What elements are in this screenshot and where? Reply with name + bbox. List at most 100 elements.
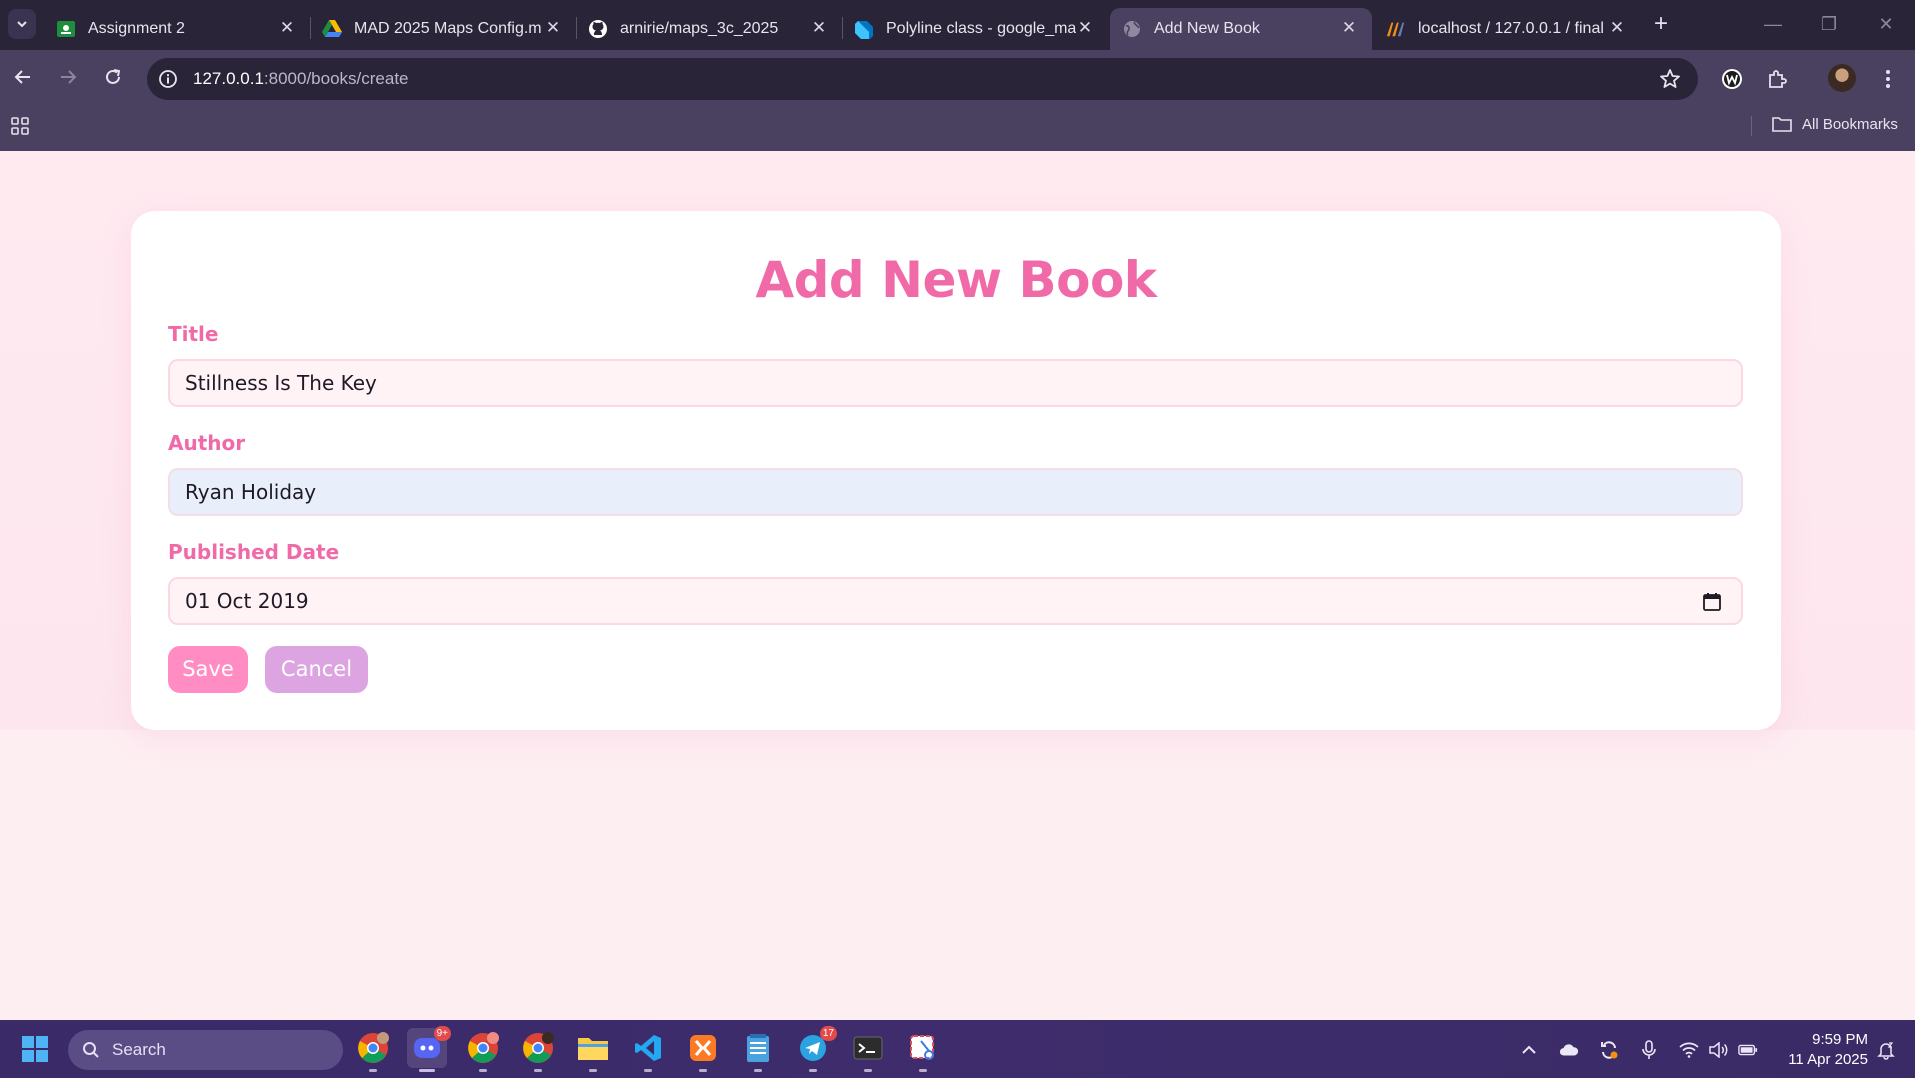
taskbar-vscode[interactable] <box>628 1028 668 1072</box>
tab-search-button[interactable] <box>8 9 36 39</box>
close-icon[interactable]: ✕ <box>1608 19 1626 37</box>
taskbar-notepad[interactable] <box>738 1028 778 1072</box>
taskbar-search[interactable]: Search <box>68 1030 343 1070</box>
dart-icon <box>854 19 874 39</box>
taskbar-chrome-profile-3[interactable] <box>518 1028 558 1072</box>
save-button[interactable]: Save <box>168 646 248 693</box>
google-drive-icon <box>322 19 342 39</box>
chevron-down-icon <box>17 21 27 28</box>
battery-icon[interactable] <box>1738 1040 1758 1060</box>
calendar-icon[interactable] <box>1701 591 1723 613</box>
add-book-form-card: Add New Book Title Stillness Is The Key … <box>131 211 1781 730</box>
minimize-button[interactable]: — <box>1753 8 1793 40</box>
url-text[interactable]: 127.0.0.1:8000/books/create <box>193 69 409 89</box>
tab-title: Add New Book <box>1154 20 1260 37</box>
tab-phpmyadmin[interactable]: localhost / 127.0.0.1 / final ✕ <box>1374 8 1640 50</box>
taskbar-discord[interactable]: 9+ <box>407 1026 451 1072</box>
vscode-icon <box>635 1035 661 1061</box>
tab-title: MAD 2025 Maps Config.m <box>354 20 542 37</box>
close-window-button[interactable]: ✕ <box>1866 8 1906 40</box>
arrow-left-icon <box>14 70 30 84</box>
wifi-icon[interactable] <box>1679 1040 1699 1060</box>
tab-github[interactable]: arnirie/maps_3c_2025 ✕ <box>576 8 842 50</box>
tab-polyline[interactable]: Polyline class - google_ma ✕ <box>842 8 1108 50</box>
snipping-tool-icon <box>910 1035 934 1060</box>
back-button[interactable] <box>8 64 38 94</box>
phpmyadmin-icon <box>1386 19 1406 39</box>
title-input[interactable]: Stillness Is The Key <box>168 359 1743 407</box>
notepad-icon <box>747 1034 769 1062</box>
tab-title: Polyline class - google_ma <box>886 20 1076 37</box>
close-icon[interactable]: ✕ <box>544 19 562 37</box>
published-date-label: Published Date <box>168 540 340 564</box>
cancel-button[interactable]: Cancel <box>265 646 368 693</box>
close-icon[interactable]: ✕ <box>1340 19 1358 37</box>
terminal-icon <box>853 1036 883 1060</box>
close-icon[interactable]: ✕ <box>1076 19 1094 37</box>
star-icon[interactable] <box>1658 67 1682 91</box>
running-indicator <box>369 1069 377 1072</box>
restore-button[interactable]: ❐ <box>1809 8 1849 40</box>
close-icon[interactable]: ✕ <box>278 19 296 37</box>
windows-taskbar: Search 9+ 17 9:59 PM 11 Apr 2025 <box>0 1020 1915 1078</box>
taskbar-xampp[interactable] <box>683 1028 723 1072</box>
microphone-icon[interactable] <box>1639 1040 1659 1060</box>
chrome-icon <box>468 1032 499 1063</box>
telegram-badge: 17 <box>819 1026 837 1041</box>
taskbar-telegram[interactable]: 17 <box>793 1026 837 1072</box>
tab-drive[interactable]: MAD 2025 Maps Config.m ✕ <box>310 8 576 50</box>
apps-grid-icon[interactable] <box>10 116 30 136</box>
bookmarks-bar <box>0 108 1915 151</box>
author-label: Author <box>168 431 246 455</box>
all-bookmarks-button[interactable]: All Bookmarks <box>1772 115 1898 133</box>
chrome-icon <box>358 1032 389 1063</box>
clock-time: 9:59 PM <box>1812 1031 1868 1048</box>
browser-toolbar: 127.0.0.1:8000/books/create <box>0 50 1915 108</box>
system-clock[interactable]: 9:59 PM 11 Apr 2025 <box>1770 1030 1868 1070</box>
running-indicator <box>479 1069 487 1072</box>
chevron-up-icon[interactable] <box>1519 1040 1539 1060</box>
address-bar[interactable]: 127.0.0.1:8000/books/create <box>147 58 1698 100</box>
windows-start-icon[interactable] <box>22 1036 48 1062</box>
url-host: 127.0.0.1 <box>193 69 264 88</box>
running-indicator <box>809 1069 817 1072</box>
tab-assignment[interactable]: Assignment 2 ✕ <box>44 8 310 50</box>
kebab-menu-icon[interactable] <box>1874 65 1902 93</box>
tab-title: arnirie/maps_3c_2025 <box>620 20 779 37</box>
taskbar-snipping-tool[interactable] <box>903 1028 943 1072</box>
close-icon[interactable]: ✕ <box>810 19 828 37</box>
title-label: Title <box>168 322 219 346</box>
running-indicator <box>589 1069 597 1072</box>
xampp-icon <box>690 1035 716 1061</box>
taskbar-file-explorer[interactable] <box>573 1028 613 1072</box>
running-indicator <box>864 1069 872 1072</box>
published-date-input[interactable]: 01 Oct 2019 <box>168 577 1743 625</box>
taskbar-terminal[interactable] <box>848 1028 888 1072</box>
notification-bell-icon[interactable] <box>1876 1040 1896 1060</box>
taskbar-search-placeholder: Search <box>112 1040 166 1059</box>
tab-title: Assignment 2 <box>88 20 185 37</box>
sync-icon[interactable] <box>1599 1040 1619 1060</box>
globe-icon <box>1122 19 1142 39</box>
running-indicator <box>419 1069 435 1072</box>
page-title: Add New Book <box>755 251 1157 309</box>
new-tab-button[interactable]: + <box>1647 10 1675 38</box>
forward-button[interactable] <box>53 64 83 94</box>
extensions-puzzle-icon[interactable] <box>1763 65 1791 93</box>
reload-button[interactable] <box>98 64 128 94</box>
running-indicator <box>754 1069 762 1072</box>
tab-add-new-book[interactable]: Add New Book ✕ <box>1110 8 1372 50</box>
profile-avatar[interactable] <box>1828 64 1856 92</box>
info-icon[interactable] <box>158 69 178 89</box>
running-indicator <box>919 1069 927 1072</box>
running-indicator <box>644 1069 652 1072</box>
taskbar-chrome-profile-1[interactable] <box>353 1028 393 1072</box>
published-date-value: 01 Oct 2019 <box>185 589 309 613</box>
taskbar-chrome-profile-2[interactable] <box>463 1028 503 1072</box>
author-input[interactable]: Ryan Holiday <box>168 468 1743 516</box>
extension-w-icon[interactable] <box>1718 65 1746 93</box>
google-classroom-icon <box>56 19 76 39</box>
onedrive-cloud-icon[interactable] <box>1559 1040 1579 1060</box>
bookmarks-divider <box>1751 116 1752 136</box>
volume-icon[interactable] <box>1709 1040 1729 1060</box>
